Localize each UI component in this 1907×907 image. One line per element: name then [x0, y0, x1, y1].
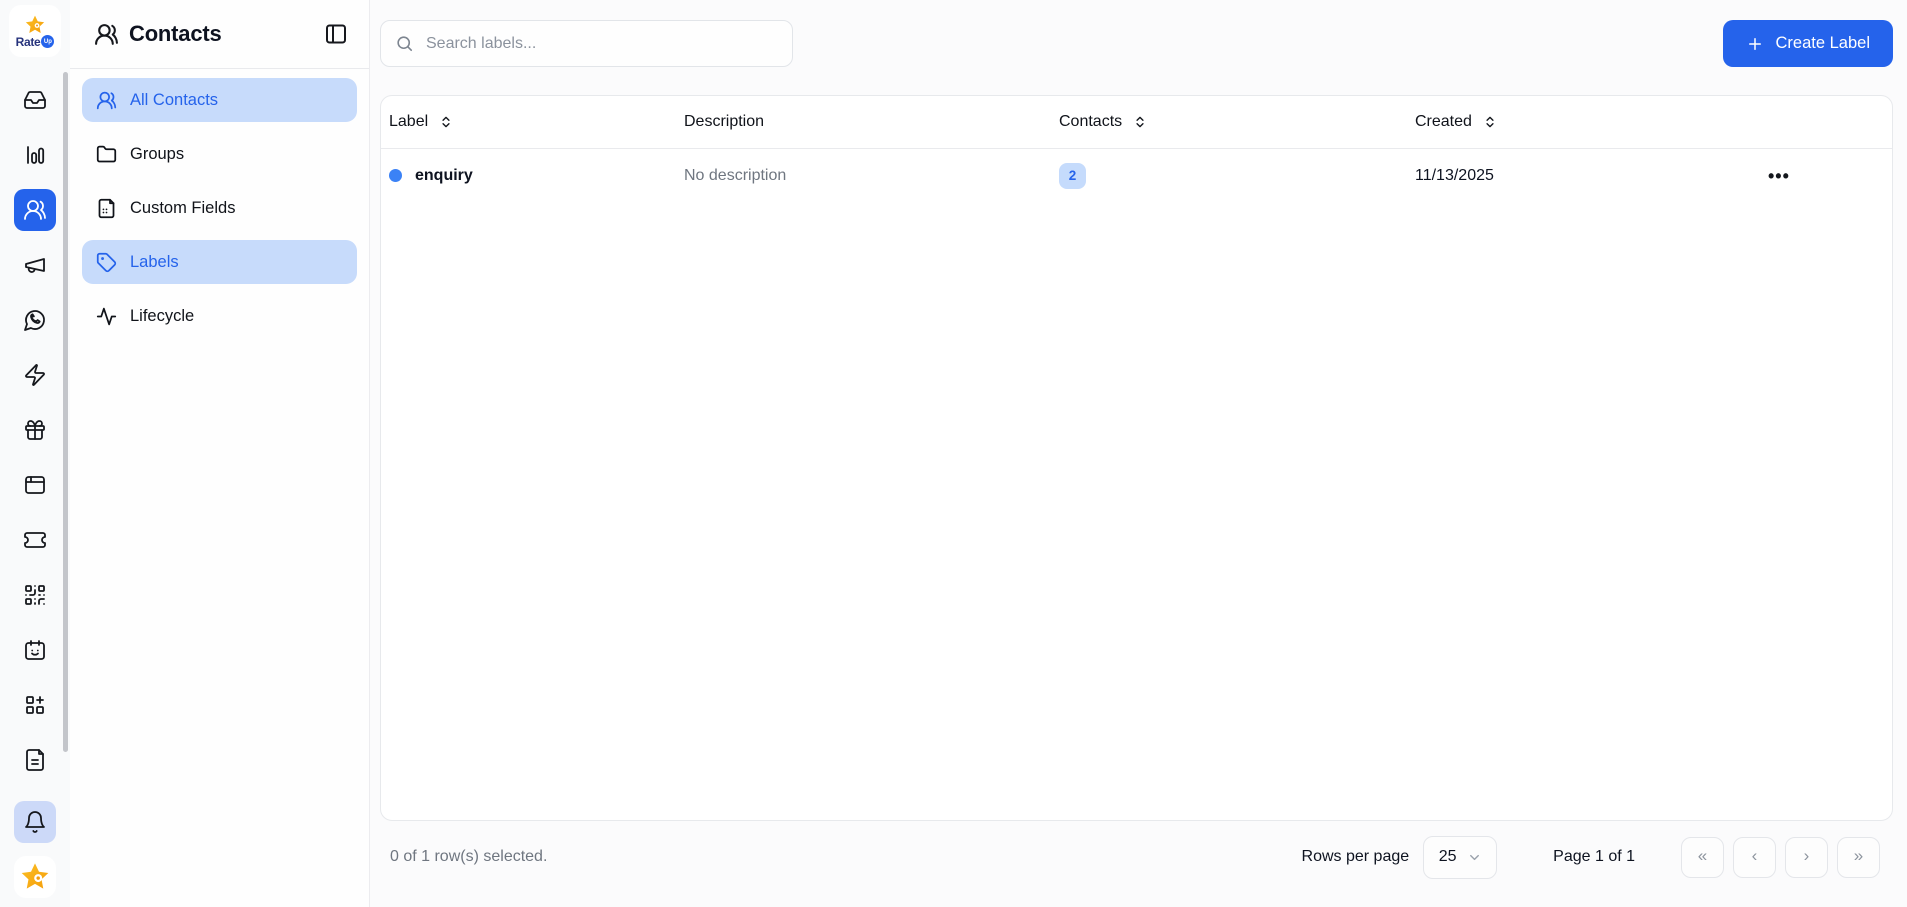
sort-contacts-icon[interactable]: [1131, 113, 1149, 131]
users-icon: [95, 23, 118, 45]
column-label-text: Contacts: [1059, 113, 1123, 130]
label-cell: enquiry: [381, 167, 676, 185]
label-color-dot: [389, 169, 402, 182]
table-row[interactable]: enquiry No description 2 11/13/2025 •••: [381, 149, 1892, 202]
row-menu-icon[interactable]: •••: [1760, 163, 1798, 189]
users-icon: [96, 91, 117, 109]
created-date: 11/13/2025: [1415, 166, 1494, 184]
sidebar-item-label: All Contacts: [130, 90, 219, 109]
zap-icon[interactable]: [14, 354, 56, 396]
pagination: « ‹ › »: [1681, 836, 1880, 878]
page-info: Page 1 of 1: [1553, 848, 1635, 865]
created-cell: 11/13/2025: [1407, 167, 1752, 185]
contacts-cell: 2: [1051, 162, 1407, 189]
sidebar-item-all-contacts[interactable]: All Contacts: [82, 78, 357, 122]
label-name: enquiry: [415, 166, 473, 184]
sidebar-item-label: Custom Fields: [130, 198, 236, 217]
rail-bottom: [14, 801, 56, 898]
folder-icon: [96, 145, 117, 162]
inbox-icon[interactable]: [14, 79, 56, 121]
sidebar-collapse-icon[interactable]: [321, 19, 351, 49]
sort-created-icon[interactable]: [1481, 113, 1499, 131]
sidebar-nav: All Contacts Groups Custom Fields Labels: [70, 69, 369, 347]
sidebar-item-custom-fields[interactable]: Custom Fields: [82, 186, 357, 230]
star-avatar[interactable]: [14, 856, 56, 898]
tag-icon: [96, 252, 117, 272]
contacts-sidebar: Contacts All Contacts Groups Custom Fiel…: [70, 0, 370, 907]
star-avatar-icon: [21, 863, 49, 889]
column-header-description: Description: [676, 113, 1051, 131]
plus-icon: [1748, 37, 1761, 50]
sidebar-item-label: Labels: [130, 252, 179, 271]
next-page-button[interactable]: ›: [1785, 836, 1828, 878]
prev-page-button[interactable]: ‹: [1733, 836, 1776, 878]
document-icon[interactable]: [14, 739, 56, 781]
actions-cell: •••: [1752, 163, 1892, 189]
sidebar-item-label: Lifecycle: [130, 306, 195, 325]
sidebar-item-label: Groups: [130, 144, 185, 163]
contacts-rail-icon[interactable]: [14, 189, 56, 231]
qr-code-icon[interactable]: [14, 574, 56, 616]
star-logo-icon: [25, 15, 45, 33]
main-content: Create Label Label Description Contacts …: [370, 0, 1907, 907]
description-text: No description: [684, 166, 787, 184]
contacts-count-badge: 2: [1059, 162, 1086, 189]
column-header-contacts: Contacts: [1051, 113, 1407, 131]
bar-chart-icon[interactable]: [14, 134, 56, 176]
search-icon: [397, 36, 413, 52]
column-label-text: Created: [1415, 113, 1472, 130]
search-input[interactable]: [380, 20, 793, 67]
icon-rail: Rate Up: [0, 0, 70, 907]
sidebar-header: Contacts: [70, 0, 369, 69]
sidebar-item-lifecycle[interactable]: Lifecycle: [82, 294, 357, 338]
apps-plus-icon[interactable]: [14, 684, 56, 726]
column-header-label: Label: [381, 113, 676, 131]
sidebar-item-labels[interactable]: Labels: [82, 240, 357, 284]
activity-icon: [96, 307, 117, 325]
calendar-smile-icon[interactable]: [14, 629, 56, 671]
column-header-created: Created: [1407, 113, 1752, 131]
sort-label-icon[interactable]: [437, 113, 455, 131]
selected-rows-text: 0 of 1 row(s) selected.: [390, 848, 548, 865]
page-title: Contacts: [129, 21, 222, 46]
column-label-text: Description: [684, 113, 765, 130]
gift-icon[interactable]: [14, 409, 56, 451]
labels-table-card: Label Description Contacts Created enqui…: [380, 95, 1893, 821]
logo-text: Rate: [15, 34, 41, 49]
create-label-text: Create Label: [1775, 34, 1870, 52]
rateup-logo[interactable]: Rate Up: [9, 5, 61, 57]
column-label-text: Label: [389, 113, 429, 130]
rows-per-page-label: Rows per page: [1301, 848, 1410, 865]
sidebar-item-groups[interactable]: Groups: [82, 132, 357, 176]
rows-per-page-select[interactable]: 25: [1423, 835, 1498, 879]
logo-badge: Up: [41, 35, 55, 48]
topbar: Create Label: [370, 0, 1907, 67]
ticket-icon[interactable]: [14, 519, 56, 561]
create-label-button[interactable]: Create Label: [1722, 20, 1893, 67]
browser-window-icon[interactable]: [14, 464, 56, 506]
search-wrap: [380, 20, 793, 67]
rail-nav: [14, 79, 56, 781]
footer-right: Rows per page 25 Page 1 of 1 « ‹ › »: [1301, 835, 1880, 879]
first-page-button[interactable]: «: [1681, 836, 1724, 878]
file-fields-icon: [98, 198, 115, 218]
megaphone-icon[interactable]: [14, 244, 56, 286]
chevron-down-icon: [1469, 854, 1479, 860]
description-cell: No description: [676, 167, 1051, 185]
whatsapp-icon[interactable]: [14, 299, 56, 341]
table-footer: 0 of 1 row(s) selected. Rows per page 25…: [370, 821, 1907, 893]
last-page-button[interactable]: »: [1837, 836, 1880, 878]
rail-scrollbar[interactable]: [63, 72, 68, 752]
table-header-row: Label Description Contacts Created: [381, 96, 1892, 149]
rows-per-page-value: 25: [1438, 848, 1457, 865]
bell-icon[interactable]: [14, 801, 56, 843]
